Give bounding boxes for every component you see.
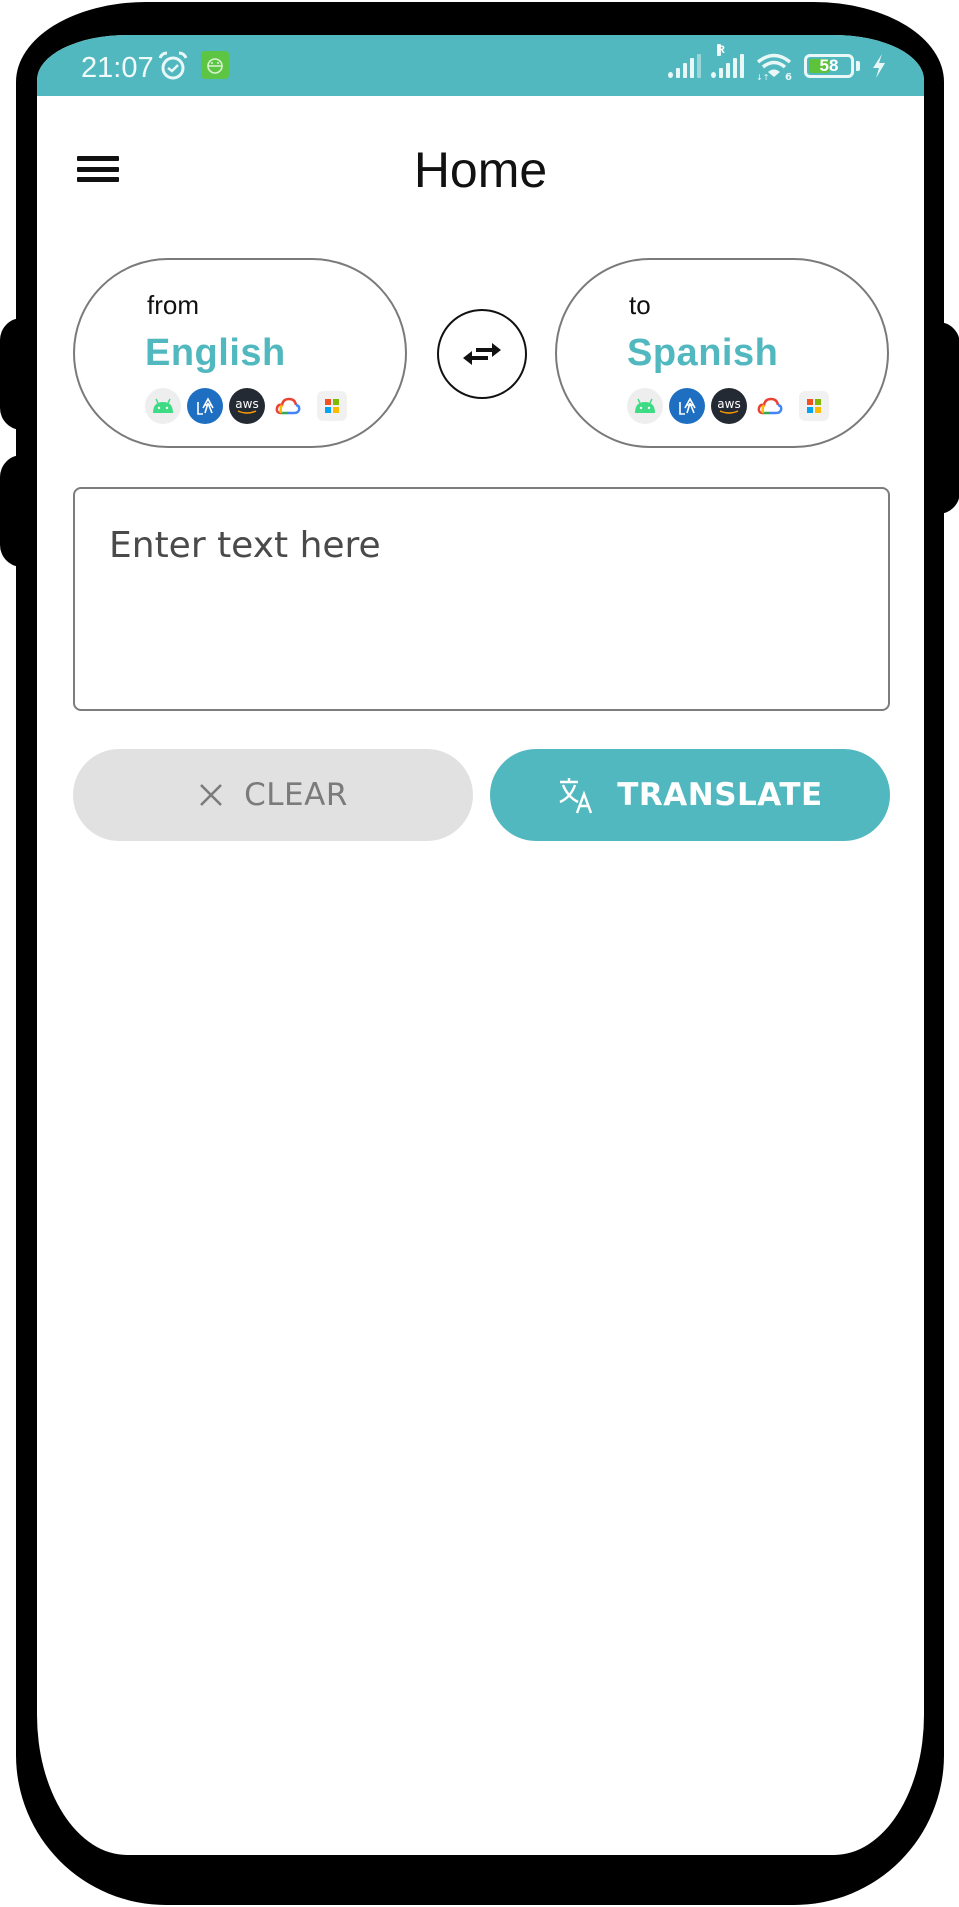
azure-translator-icon bbox=[187, 388, 223, 424]
status-icons: R 6 ↓↑ 58 bbox=[668, 44, 888, 83]
swap-languages-button[interactable] bbox=[437, 309, 527, 399]
screen: 21:07 R 6 ↓↑ 58 Home from English aws to… bbox=[37, 35, 924, 1855]
translate-icon bbox=[557, 775, 597, 815]
svg-text:6: 6 bbox=[785, 72, 792, 81]
azure-translator-icon bbox=[669, 388, 705, 424]
source-language-selector[interactable]: from English aws bbox=[73, 258, 407, 448]
source-text-container bbox=[73, 487, 890, 711]
translate-button-label: TRANSLATE bbox=[617, 777, 823, 813]
battery-icon: 58 bbox=[804, 54, 854, 78]
status-bar: 21:07 R 6 ↓↑ 58 bbox=[37, 35, 924, 96]
source-text-input[interactable] bbox=[75, 489, 888, 709]
clear-button[interactable]: CLEAR bbox=[73, 749, 473, 841]
translate-button[interactable]: TRANSLATE bbox=[490, 749, 890, 841]
signal-icon bbox=[668, 54, 701, 78]
battery-tip bbox=[856, 61, 860, 71]
target-language-label: to bbox=[629, 290, 651, 320]
source-language-label: from bbox=[147, 290, 199, 320]
page-title: Home bbox=[413, 142, 548, 198]
wifi-6-icon: 6 ↓↑ bbox=[756, 53, 792, 81]
android-icon bbox=[145, 388, 181, 424]
signal-roaming-icon: R bbox=[711, 44, 744, 78]
close-icon bbox=[198, 782, 224, 808]
google-cloud-icon bbox=[753, 388, 787, 424]
target-provider-icons: aws bbox=[627, 388, 829, 424]
alarm-icon bbox=[158, 51, 188, 80]
microsoft-icon bbox=[799, 391, 829, 421]
app-notification-icon bbox=[201, 51, 229, 79]
charging-icon bbox=[873, 54, 885, 78]
aws-icon: aws bbox=[229, 388, 265, 424]
clear-button-label: CLEAR bbox=[244, 777, 348, 813]
target-language-selector[interactable]: to Spanish aws bbox=[555, 258, 889, 448]
aws-icon: aws bbox=[711, 388, 747, 424]
swap-arrows-icon bbox=[463, 343, 501, 365]
source-language-name: English bbox=[145, 332, 286, 374]
microsoft-icon bbox=[317, 391, 347, 421]
svg-text:↓↑: ↓↑ bbox=[756, 73, 769, 81]
status-time: 21:07 bbox=[81, 52, 154, 84]
volume-up-button bbox=[0, 318, 40, 430]
power-button bbox=[920, 322, 959, 514]
volume-down-button bbox=[0, 455, 40, 567]
google-cloud-icon bbox=[271, 388, 305, 424]
android-icon bbox=[627, 388, 663, 424]
source-provider-icons: aws bbox=[145, 388, 347, 424]
target-language-name: Spanish bbox=[627, 332, 779, 374]
